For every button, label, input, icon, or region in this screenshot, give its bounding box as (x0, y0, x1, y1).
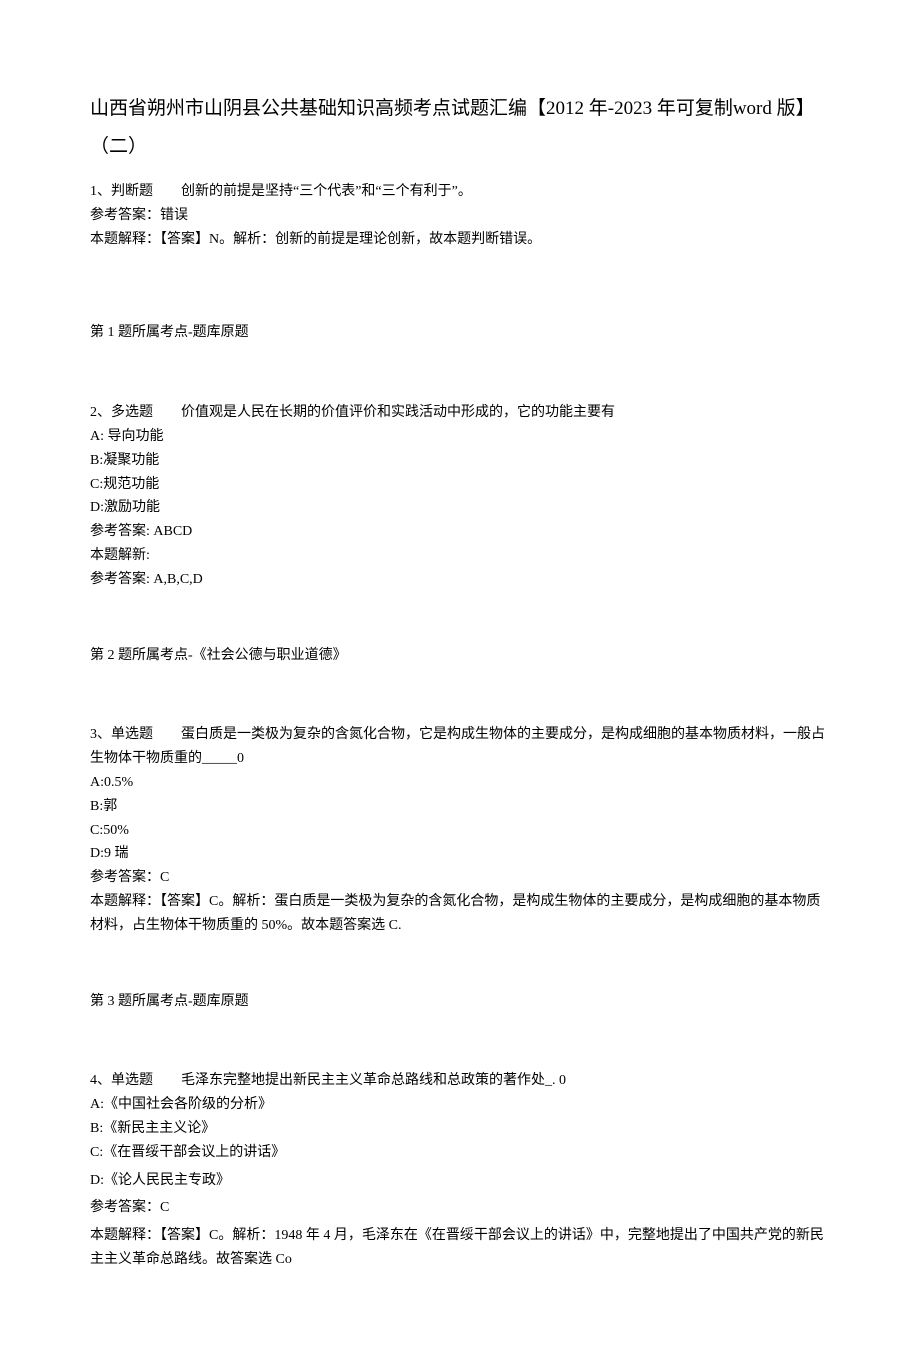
q2-ref-answer: 参考答案: ABCD (90, 520, 830, 544)
q4-option-a: A:《中国社会各阶级的分析》 (90, 1093, 830, 1117)
q2-explain-2: 参考答案: A,B,C,D (90, 568, 830, 592)
question-4: 4、单选题 毛泽东完整地提出新民主主义革命总路线和总政策的著作处_. 0 A:《… (90, 1069, 830, 1271)
q2-stem: 2、多选题 价值观是人民在长期的价值评价和实践活动中形成的，它的功能主要有 (90, 401, 830, 425)
q3-option-b: B:郭 (90, 795, 830, 819)
q2-option-a: A: 导向功能 (90, 425, 830, 449)
q4-option-c: C:《在晋绥干部会议上的讲话》 (90, 1141, 830, 1165)
q4-stem: 4、单选题 毛泽东完整地提出新民主主义革命总路线和总政策的著作处_. 0 (90, 1069, 830, 1093)
q1-ref-answer: 参考答案：错误 (90, 204, 830, 228)
q4-option-b: B:《新民主主义论》 (90, 1117, 830, 1141)
q3-source: 第 3 题所属考点-题库原题 (90, 990, 830, 1014)
q3-option-d: D:9 瑞 (90, 842, 830, 866)
q1-stem: 1、判断题 创新的前提是坚持“三个代表”和“三个有利于”。 (90, 180, 830, 204)
q2-source: 第 2 题所属考点-《社会公德与职业道德》 (90, 644, 830, 668)
document-title: 山西省朔州市山阴县公共基础知识高频考点试题汇编【2012 年-2023 年可复制… (90, 90, 830, 166)
q4-explain: 本题解释：【答案】C。解析：1948 年 4 月，毛泽东在《在晋绥干部会议上的讲… (90, 1224, 830, 1272)
q3-stem: 3、单选题 蛋白质是一类极为复杂的含氮化合物，它是构成生物体的主要成分，是构成细… (90, 723, 830, 771)
q2-explain-1: 本题解新: (90, 544, 830, 568)
q3-option-a: A:0.5% (90, 771, 830, 795)
q4-ref-answer: 参考答案：C (90, 1196, 830, 1220)
q1-source: 第 1 题所属考点-题库原题 (90, 321, 830, 345)
q3-explain: 本题解释：【答案】C。解析：蛋白质是一类极为复杂的含氮化合物，是构成生物体的主要… (90, 890, 830, 938)
q3-option-c: C:50% (90, 819, 830, 843)
question-1: 1、判断题 创新的前提是坚持“三个代表”和“三个有利于”。 参考答案：错误 本题… (90, 180, 830, 251)
q4-option-d: D:《论人民民主专政》 (90, 1169, 830, 1193)
q3-ref-answer: 参考答案：C (90, 866, 830, 890)
q1-explain: 本题解释：【答案】N。解析：创新的前提是理论创新，故本题判断错误。 (90, 228, 830, 252)
q2-option-c: C:规范功能 (90, 473, 830, 497)
question-2: 2、多选题 价值观是人民在长期的价值评价和实践活动中形成的，它的功能主要有 A:… (90, 401, 830, 591)
question-3: 3、单选题 蛋白质是一类极为复杂的含氮化合物，它是构成生物体的主要成分，是构成细… (90, 723, 830, 937)
q2-option-d: D:激励功能 (90, 496, 830, 520)
q2-option-b: B:凝聚功能 (90, 449, 830, 473)
